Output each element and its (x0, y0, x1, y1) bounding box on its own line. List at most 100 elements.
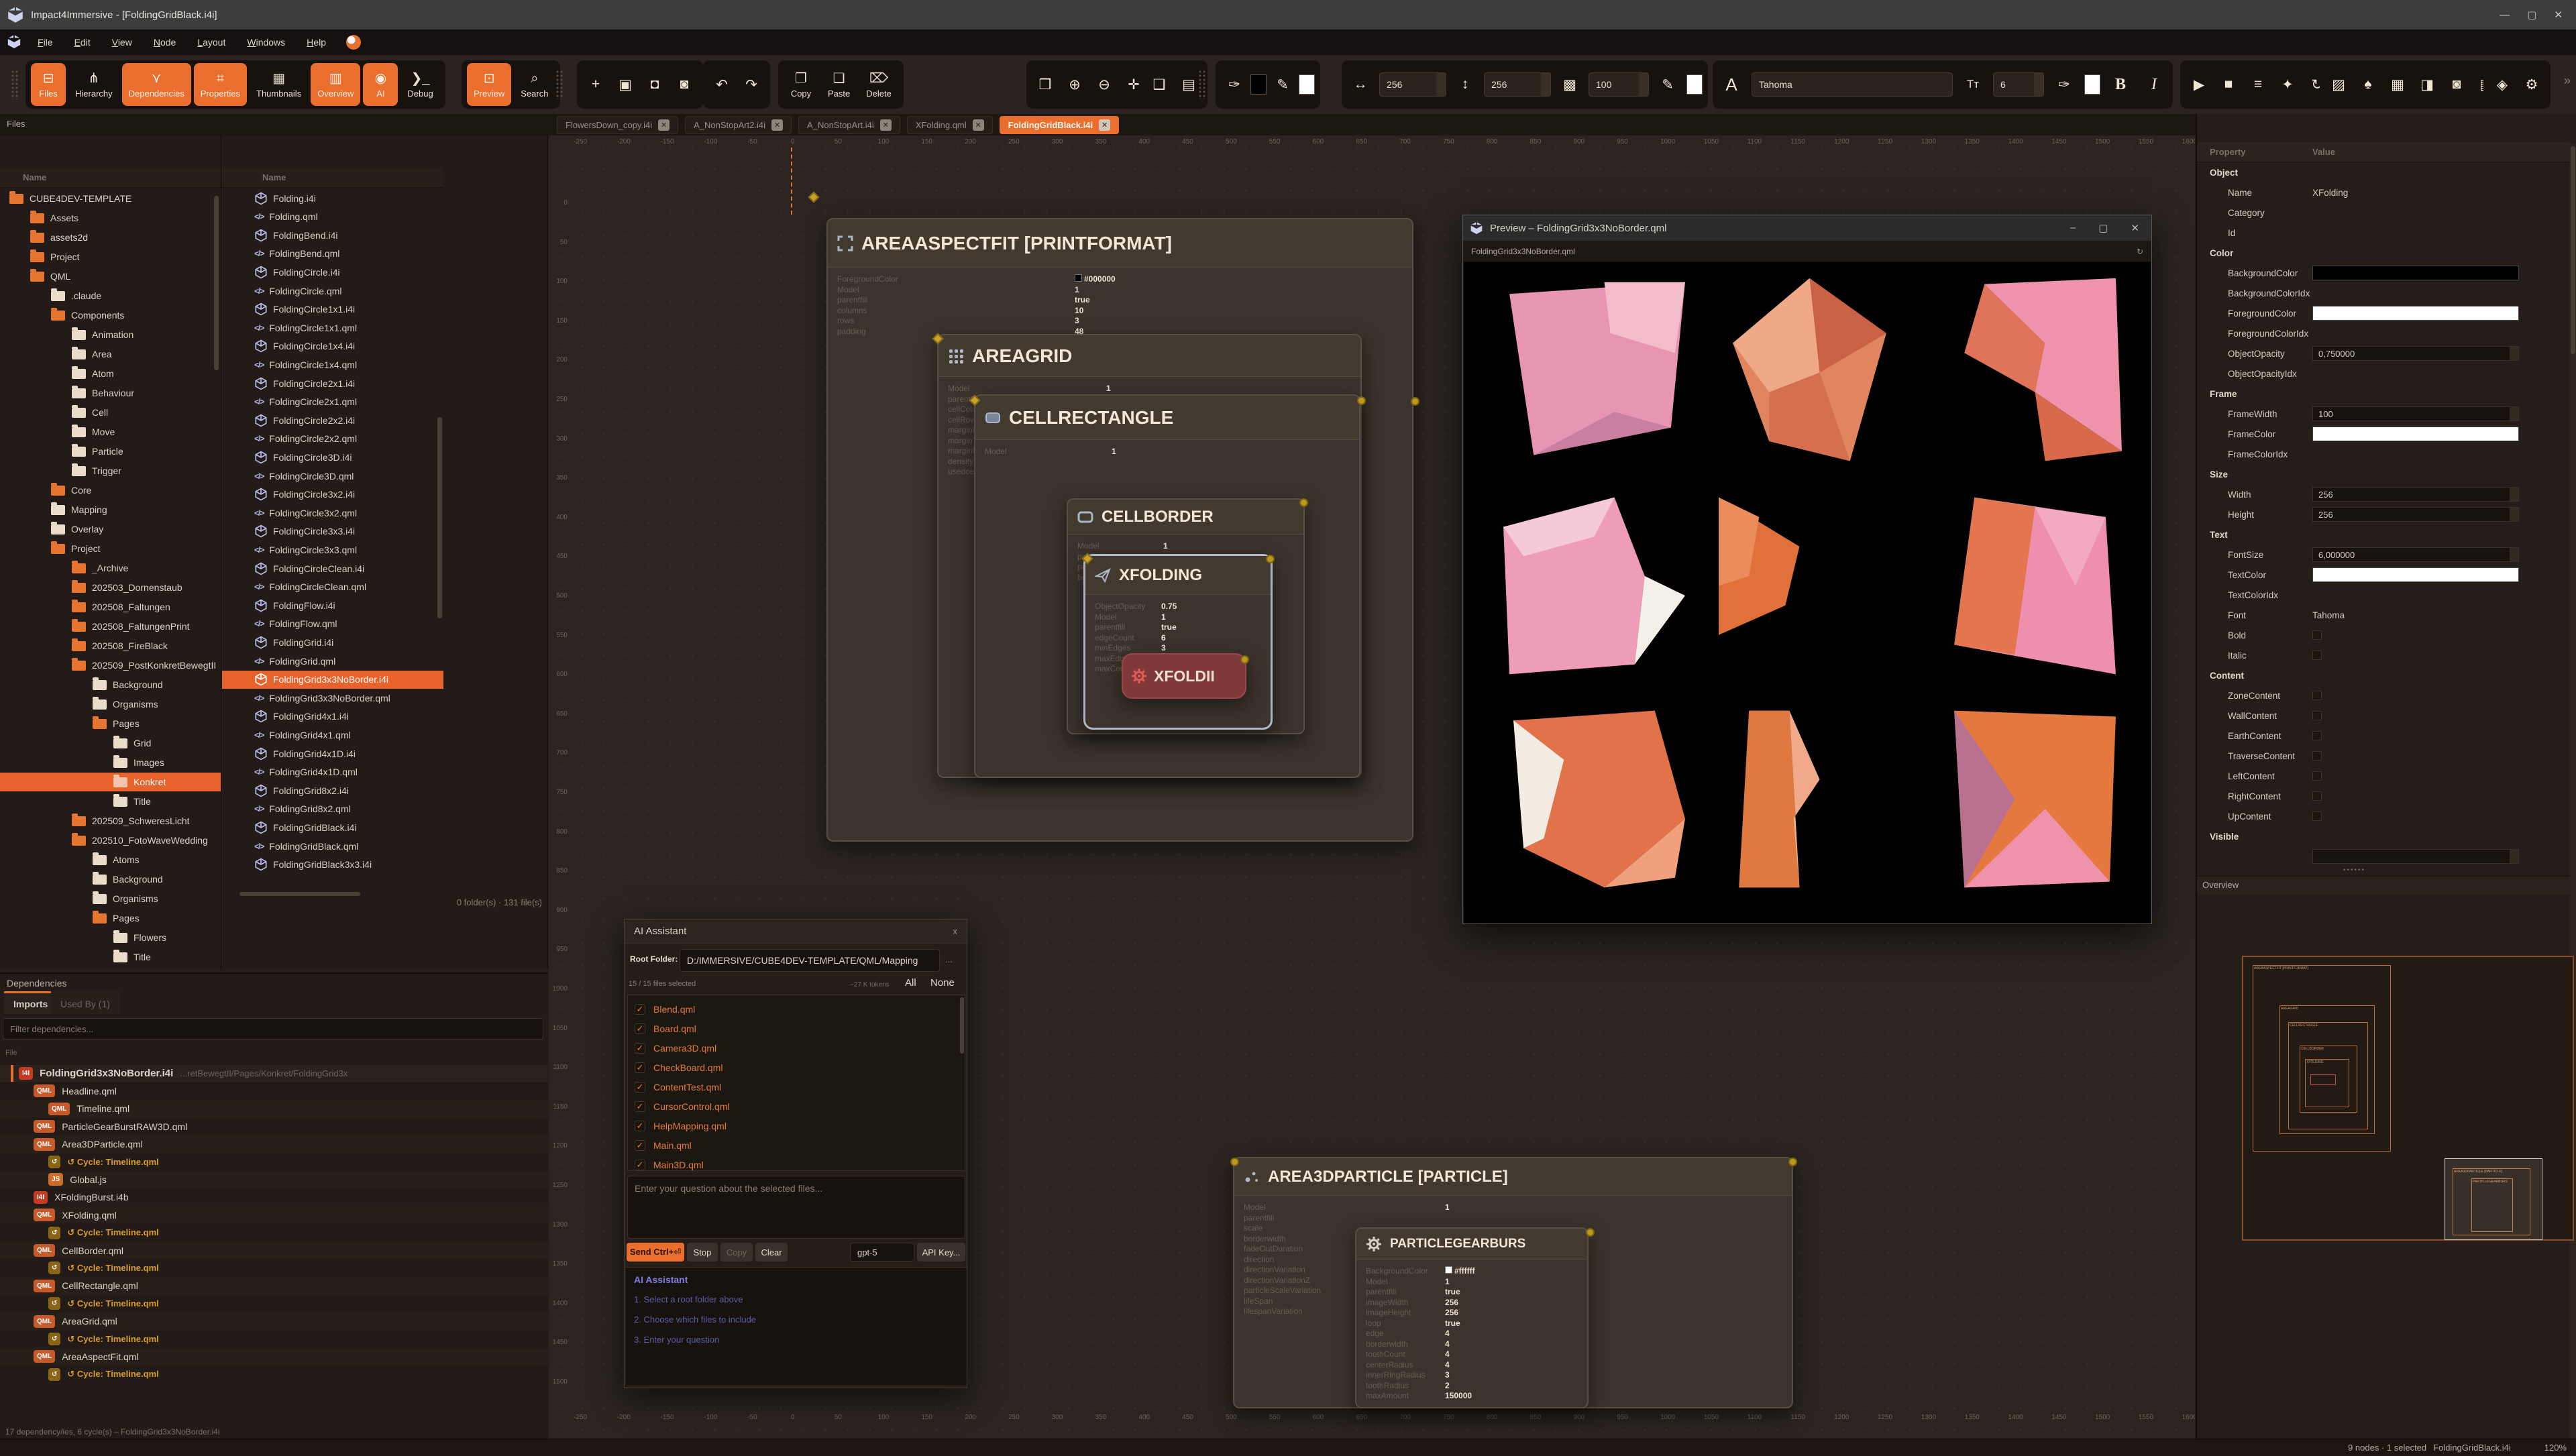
menu-view[interactable]: View (101, 34, 143, 50)
tree-item-Title[interactable]: Title (0, 792, 221, 811)
ai-list-scrollbar[interactable] (960, 997, 964, 1054)
menu-windows[interactable]: Windows (236, 34, 296, 50)
tree-item-assets2d[interactable]: assets2d (0, 228, 221, 247)
tab-close-icon[interactable]: ✕ (880, 119, 892, 131)
property-row-FontSize[interactable]: FontSize6,000000 (2197, 545, 2570, 565)
delete-button[interactable]: ⌦Delete (859, 63, 898, 106)
spin-buttons[interactable] (2510, 347, 2518, 360)
node-title-bar[interactable]: AREAGRID (938, 335, 1360, 377)
tree-item-Mapping[interactable]: Mapping (0, 500, 221, 519)
tree-item-202510_FotoWaveWedding[interactable]: 202510_FotoWaveWedding (0, 831, 221, 850)
tree-item-Assets[interactable]: Assets (0, 209, 221, 227)
overview-button[interactable]: ▥Overview (311, 63, 360, 106)
tree-name-header[interactable]: Name (23, 172, 46, 182)
tree-item-Konkret[interactable]: Konkret (0, 773, 221, 791)
property-row-TextColor[interactable]: TextColor (2197, 565, 2570, 585)
dependency-row[interactable]: ↺↺ Cycle: Timeline.qml (0, 1366, 548, 1383)
splitter-handle[interactable]: •••••• (2343, 866, 2365, 874)
menu-layout[interactable]: Layout (186, 34, 236, 50)
toolbar-drag-handle[interactable] (1198, 70, 1206, 99)
checkbox-checked[interactable]: ✓ (635, 1140, 645, 1151)
height-field[interactable]: 256 (1484, 72, 1551, 97)
checkbox[interactable] (2312, 651, 2322, 660)
value-column-header[interactable]: Value (2312, 147, 2335, 157)
node-title-bar[interactable]: PARTICLEGEARBURS (1356, 1229, 1587, 1259)
property-row-ForegroundColorIdx[interactable]: ForegroundColorIdx (2197, 323, 2570, 343)
property-row-Name[interactable]: NameXFolding (2197, 182, 2570, 203)
property-row-TraverseContent[interactable]: TraverseContent (2197, 746, 2570, 766)
connector-dot[interactable] (1411, 397, 1419, 406)
property-row-Bold[interactable]: Bold (2197, 625, 2570, 645)
stroke-color-swatch[interactable] (1299, 74, 1315, 95)
spin-buttons[interactable] (2510, 407, 2518, 421)
file-item-FoldingBend.qml[interactable]: </>FoldingBend.qml (222, 245, 443, 263)
file-list-vscrollbar[interactable] (437, 417, 442, 618)
tree-item-CUBE4DEV-TEMPLATE[interactable]: CUBE4DEV-TEMPLATE (0, 189, 221, 208)
dependency-row[interactable]: I4IXFoldingBurst.i4b (0, 1189, 548, 1206)
property-row-LeftContent[interactable]: LeftContent (2197, 766, 2570, 786)
color-swatch-input[interactable] (2312, 567, 2519, 582)
node-xfoldingburst[interactable]: XFOLDII (1122, 653, 1246, 699)
checkbox-checked[interactable]: ✓ (635, 1004, 645, 1015)
preview-title-bar[interactable]: Preview – FoldingGrid3x3NoBorder.qml – ▢… (1463, 215, 2151, 241)
tree-item-Trigger[interactable]: Trigger (0, 461, 221, 480)
file-item-FoldingCircle2x1.qml[interactable]: </>FoldingCircle2x1.qml (222, 393, 443, 411)
file-item-FoldingCircle3D.i4i[interactable]: FoldingCircle3D.i4i (222, 448, 443, 466)
property-row-RightContent[interactable]: RightContent (2197, 786, 2570, 806)
minimap-viewport[interactable] (2445, 1158, 2542, 1240)
font-size-field[interactable]: 6 (1993, 72, 2044, 97)
paintbrush-icon[interactable]: ✑ (1221, 66, 1248, 103)
list-icon[interactable]: ≡ (2245, 66, 2271, 103)
property-row-Id[interactable]: Id (2197, 223, 2570, 243)
ai-button[interactable]: ◉AI (363, 63, 398, 106)
property-row-Font[interactable]: FontTahoma (2197, 605, 2570, 625)
checkbox[interactable] (2312, 731, 2322, 740)
dependencies-button[interactable]: ⋎Dependencies (122, 63, 191, 106)
spin-buttons[interactable] (2510, 488, 2518, 501)
file-item-FoldingCircle.qml[interactable]: </>FoldingCircle.qml (222, 282, 443, 300)
file-item-FoldingGrid4x1D.i4i[interactable]: FoldingGrid4x1D.i4i (222, 744, 443, 763)
copy-button[interactable]: Copy (720, 1243, 753, 1262)
tab-A_NonStopArt2.i4i[interactable]: A_NonStopArt2.i4i✕ (685, 116, 792, 134)
file-item-FoldingCircle2x2.i4i[interactable]: FoldingCircle2x2.i4i (222, 411, 443, 429)
file-item-FoldingCircle2x2.qml[interactable]: </>FoldingCircle2x2.qml (222, 430, 443, 448)
node-title-bar[interactable]: AREA3DPARTICLE [PARTICLE] (1234, 1158, 1792, 1196)
property-row-FrameWidth[interactable]: FrameWidth100 (2197, 404, 2570, 424)
copy-button[interactable]: ❐Copy (784, 63, 818, 106)
property-column-header[interactable]: Property (2210, 147, 2245, 157)
palette-icon[interactable] (346, 35, 361, 50)
tab-A_NonStopArt.i4i[interactable]: A_NonStopArt.i4i✕ (798, 116, 900, 134)
tree-item-202509_SchweresLicht[interactable]: 202509_SchweresLicht (0, 811, 221, 830)
select-none-button[interactable]: None (930, 977, 955, 989)
file-item-FoldingCircle2x1.i4i[interactable]: FoldingCircle2x1.i4i (222, 374, 443, 392)
tab-FoldingGridBlack.i4i[interactable]: FoldingGridBlack.i4i✕ (1000, 116, 1119, 134)
file-item-FoldingFlow.qml[interactable]: </>FoldingFlow.qml (222, 615, 443, 633)
tree-item-Organisms[interactable]: Organisms (0, 889, 221, 908)
file-item-Folding.i4i[interactable]: Folding.i4i (222, 189, 443, 207)
opacity-field[interactable]: 100 (1589, 72, 1649, 97)
file-item-FoldingGrid4x1.i4i[interactable]: FoldingGrid4x1.i4i (222, 708, 443, 726)
tab-XFolding.qml[interactable]: XFolding.qml✕ (907, 116, 993, 134)
checkbox[interactable] (2312, 630, 2322, 640)
close-button[interactable]: ✕ (2554, 9, 2563, 21)
tree-item-Move[interactable]: Move (0, 423, 221, 441)
browse-button[interactable]: ... (945, 954, 953, 964)
property-row-Width[interactable]: Width256 (2197, 484, 2570, 504)
tree-item-Pages[interactable]: Pages (0, 714, 221, 733)
tab-close-icon[interactable]: ✕ (1099, 119, 1110, 131)
dependency-row[interactable]: QMLXFolding.qml (0, 1207, 548, 1223)
checkbox[interactable] (2312, 771, 2322, 781)
node-title-bar[interactable]: XFOLDING (1085, 556, 1271, 595)
connector-dot[interactable] (1788, 1158, 1797, 1166)
box-icon[interactable]: ◈ (2489, 66, 2516, 103)
dependency-row[interactable]: QMLArea3DParticle.qml (0, 1136, 548, 1153)
property-row-ObjectOpacity[interactable]: ObjectOpacity0,750000 (2197, 343, 2570, 363)
search-button[interactable]: ⌕Search (514, 63, 555, 106)
ai-file-ContentTest.qml[interactable]: ✓ContentTest.qml (635, 1077, 957, 1097)
file-list-hscrollbar[interactable] (239, 892, 360, 896)
tree-item-Grid[interactable]: Grid (0, 734, 221, 752)
spin-input[interactable]: 0,750000 (2312, 346, 2519, 361)
file-item-FoldingGridBlack.i4i[interactable]: FoldingGridBlack.i4i (222, 818, 443, 836)
spin-buttons[interactable] (2510, 548, 2518, 561)
file-item-FoldingCircle3x3.qml[interactable]: </>FoldingCircle3x3.qml (222, 541, 443, 559)
